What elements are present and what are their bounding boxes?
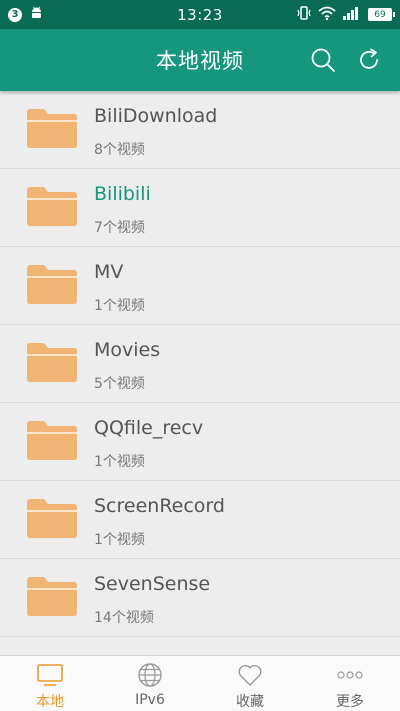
folder-item[interactable]: ScreenRecord 1个视频	[0, 481, 400, 559]
refresh-button[interactable]	[352, 43, 386, 77]
app-bar: 本地视频	[0, 29, 400, 91]
folder-name: Movies	[94, 339, 161, 361]
folder-name: ScreenRecord	[94, 495, 225, 517]
folder-item[interactable]: BiliDownload 8个视频	[0, 91, 400, 169]
folder-name: BiliDownload	[94, 105, 218, 127]
folder-icon	[27, 577, 77, 616]
folder-name: Bilibili	[94, 183, 151, 205]
folder-icon	[27, 499, 77, 538]
tab-label: 更多	[336, 694, 364, 710]
search-button[interactable]	[306, 43, 340, 77]
more-icon	[336, 662, 364, 687]
folder-video-count: 1个视频	[94, 454, 145, 470]
heart-icon	[236, 662, 264, 687]
tab-ipv6[interactable]: IPv6	[100, 656, 200, 711]
folder-list[interactable]: BiliDownload 8个视频 Bilibili 7个视频 MV 1个视频 …	[0, 91, 400, 655]
tab-label: 本地	[36, 694, 64, 710]
tab-favorites[interactable]: 收藏	[200, 656, 300, 711]
folder-video-count: 1个视频	[94, 298, 145, 314]
tv-icon	[36, 662, 64, 687]
folder-name: MV	[94, 261, 124, 283]
search-icon	[311, 48, 335, 72]
folder-video-count: 1个视频	[94, 532, 145, 548]
folder-video-count: 14个视频	[94, 610, 154, 626]
folder-icon	[27, 187, 77, 226]
status-bar: 3 13:23 69	[0, 0, 400, 29]
folder-video-count: 8个视频	[94, 142, 145, 158]
folder-item[interactable]: Bilibili 7个视频	[0, 169, 400, 247]
tab-local[interactable]: 本地	[0, 656, 100, 711]
status-time: 13:23	[177, 5, 223, 24]
tab-label: IPv6	[135, 692, 165, 708]
folder-video-count: 7个视频	[94, 220, 145, 236]
folder-item[interactable]: SevenSense 14个视频	[0, 559, 400, 637]
refresh-icon	[360, 48, 378, 69]
folder-video-count: 5个视频	[94, 376, 145, 392]
page-title: 本地视频	[156, 49, 244, 73]
bottom-nav: 本地 IPv6 收藏 更多	[0, 655, 400, 711]
folder-name: QQfile_recv	[94, 417, 204, 439]
folder-item[interactable]	[0, 637, 400, 655]
folder-icon	[27, 343, 77, 382]
folder-icon	[27, 109, 77, 148]
battery-indicator: 69	[368, 8, 395, 21]
folder-name: SevenSense	[94, 573, 211, 595]
folder-item[interactable]: Movies 5个视频	[0, 325, 400, 403]
tab-more[interactable]: 更多	[300, 656, 400, 711]
tab-label: 收藏	[236, 694, 264, 710]
folder-item[interactable]: QQfile_recv 1个视频	[0, 403, 400, 481]
folder-icon	[27, 421, 77, 460]
folder-icon	[27, 265, 77, 304]
globe-icon	[136, 662, 164, 688]
folder-item[interactable]: MV 1个视频	[0, 247, 400, 325]
